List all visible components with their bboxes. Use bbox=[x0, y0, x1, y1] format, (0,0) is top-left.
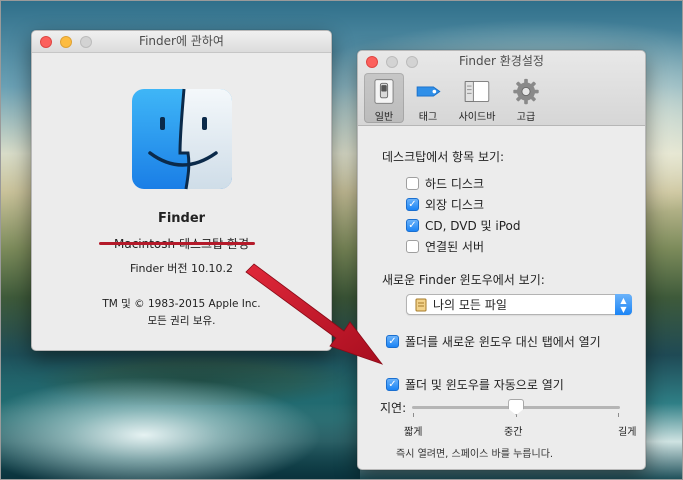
slider-tick bbox=[413, 413, 415, 417]
checkbox-hard-disks[interactable]: 하드 디스크 bbox=[406, 173, 645, 194]
app-version: Finder 버전 10.10.2 bbox=[129, 262, 234, 275]
version-underline-annotation bbox=[99, 242, 255, 245]
close-button[interactable] bbox=[366, 56, 378, 68]
minimize-button[interactable] bbox=[60, 36, 72, 48]
window-controls bbox=[40, 36, 92, 48]
copyright-line-1: TM 및 © 1983-2015 Apple Inc. bbox=[102, 298, 261, 310]
chevron-updown-icon: ▲ ▼ bbox=[615, 294, 632, 315]
wallpaper-wave bbox=[0, 330, 360, 480]
delay-label: 지연: bbox=[380, 400, 407, 415]
sidebar-icon bbox=[464, 81, 490, 102]
checkbox-label: CD, DVD 및 iPod bbox=[425, 219, 521, 233]
checkbox-box[interactable] bbox=[406, 177, 419, 190]
tab-advanced[interactable]: 고급 bbox=[506, 73, 546, 123]
general-switch-icon bbox=[374, 79, 394, 104]
close-button[interactable] bbox=[40, 36, 52, 48]
checkbox-label: 폴더 및 윈도우를 자동으로 열기 bbox=[405, 378, 564, 392]
all-my-files-icon bbox=[415, 298, 427, 311]
tab-advanced-label: 고급 bbox=[516, 112, 536, 123]
slider-tick bbox=[618, 413, 620, 417]
zoom-button bbox=[406, 56, 418, 68]
checkbox-open-in-tabs[interactable]: ✓ 폴더를 새로운 윈도우 대신 탭에서 열기 bbox=[386, 331, 645, 352]
finder-preferences-window: Finder 환경설정 일반 태그 사이드바 고급 데스크탑에서 항목 보기: … bbox=[357, 50, 646, 470]
tab-general[interactable]: 일반 bbox=[364, 73, 404, 123]
checkbox-label: 연결된 서버 bbox=[425, 240, 485, 254]
about-titlebar[interactable]: Finder에 관하여 bbox=[32, 31, 331, 53]
checkbox-label: 하드 디스크 bbox=[425, 177, 485, 191]
slider-label-long: 길게 bbox=[618, 427, 637, 438]
slider-labels: 짧게 중간 길게 bbox=[400, 423, 645, 439]
tab-tags-label: 태그 bbox=[418, 112, 438, 123]
gear-icon bbox=[513, 78, 539, 105]
prefs-titlebar[interactable]: Finder 환경설정 bbox=[358, 51, 645, 73]
desktop-items-label: 데스크탑에서 항목 보기: bbox=[382, 150, 505, 164]
slider-label-medium: 중간 bbox=[504, 427, 523, 438]
checkbox-box[interactable]: ✓ bbox=[406, 219, 419, 232]
checkbox-box[interactable]: ✓ bbox=[386, 378, 399, 391]
tab-tags[interactable]: 태그 bbox=[408, 73, 448, 123]
new-window-label: 새로운 Finder 윈도우에서 보기: bbox=[382, 273, 545, 287]
checkbox-box[interactable]: ✓ bbox=[386, 335, 399, 348]
about-body: Finder Macintosh 데스크탑 환경 Finder 버전 10.10… bbox=[32, 87, 331, 330]
tab-sidebar-label: 사이드바 bbox=[458, 112, 496, 123]
checkbox-box[interactable]: ✓ bbox=[406, 198, 419, 211]
checkbox-spring-loaded[interactable]: ✓ 폴더 및 윈도우를 자동으로 열기 bbox=[386, 374, 645, 395]
checkbox-cds-dvds-ipods[interactable]: ✓ CD, DVD 및 iPod bbox=[406, 215, 645, 236]
finder-logo-icon bbox=[131, 88, 232, 190]
prefs-toolbar: Finder 환경설정 일반 태그 사이드바 고급 bbox=[358, 51, 645, 126]
checkbox-connected-servers[interactable]: 연결된 서버 bbox=[406, 236, 645, 257]
copyright-line-2: 모든 권리 보유. bbox=[147, 315, 216, 327]
new-window-popup[interactable]: 나의 모든 파일 ▲ ▼ bbox=[406, 294, 632, 315]
checkbox-box[interactable] bbox=[406, 240, 419, 253]
tab-sidebar[interactable]: 사이드바 bbox=[452, 73, 502, 123]
prefs-general-pane: 데스크탑에서 항목 보기: 하드 디스크 ✓ 외장 디스크 ✓ CD, DVD … bbox=[358, 126, 645, 460]
window-controls bbox=[366, 56, 418, 68]
checkbox-label: 폴더를 새로운 윈도우 대신 탭에서 열기 bbox=[405, 335, 601, 349]
delay-slider[interactable] bbox=[412, 399, 621, 417]
delay-row: 지연: bbox=[380, 397, 645, 417]
about-window-title: Finder에 관하여 bbox=[139, 34, 224, 48]
new-window-selected-value: 나의 모든 파일 bbox=[433, 298, 507, 312]
prefs-tabs: 일반 태그 사이드바 고급 bbox=[364, 73, 546, 123]
checkbox-label: 외장 디스크 bbox=[425, 198, 485, 212]
zoom-button bbox=[80, 36, 92, 48]
slider-label-short: 짧게 bbox=[404, 427, 423, 438]
spacebar-hint: 즉시 열려면, 스페이스 바를 누릅니다. bbox=[396, 449, 554, 460]
tab-general-label: 일반 bbox=[374, 112, 394, 123]
minimize-button bbox=[386, 56, 398, 68]
app-name: Finder bbox=[157, 211, 206, 226]
copyright: TM 및 © 1983-2015 Apple Inc. 모든 권리 보유. bbox=[32, 296, 331, 330]
slider-knob[interactable] bbox=[508, 399, 525, 415]
about-finder-window: Finder에 관하여 Finder Macintosh 데스크탑 환경 bbox=[31, 30, 332, 351]
prefs-window-title: Finder 환경설정 bbox=[459, 54, 544, 68]
tag-icon bbox=[416, 86, 441, 97]
checkbox-external-disks[interactable]: ✓ 외장 디스크 bbox=[406, 194, 645, 215]
